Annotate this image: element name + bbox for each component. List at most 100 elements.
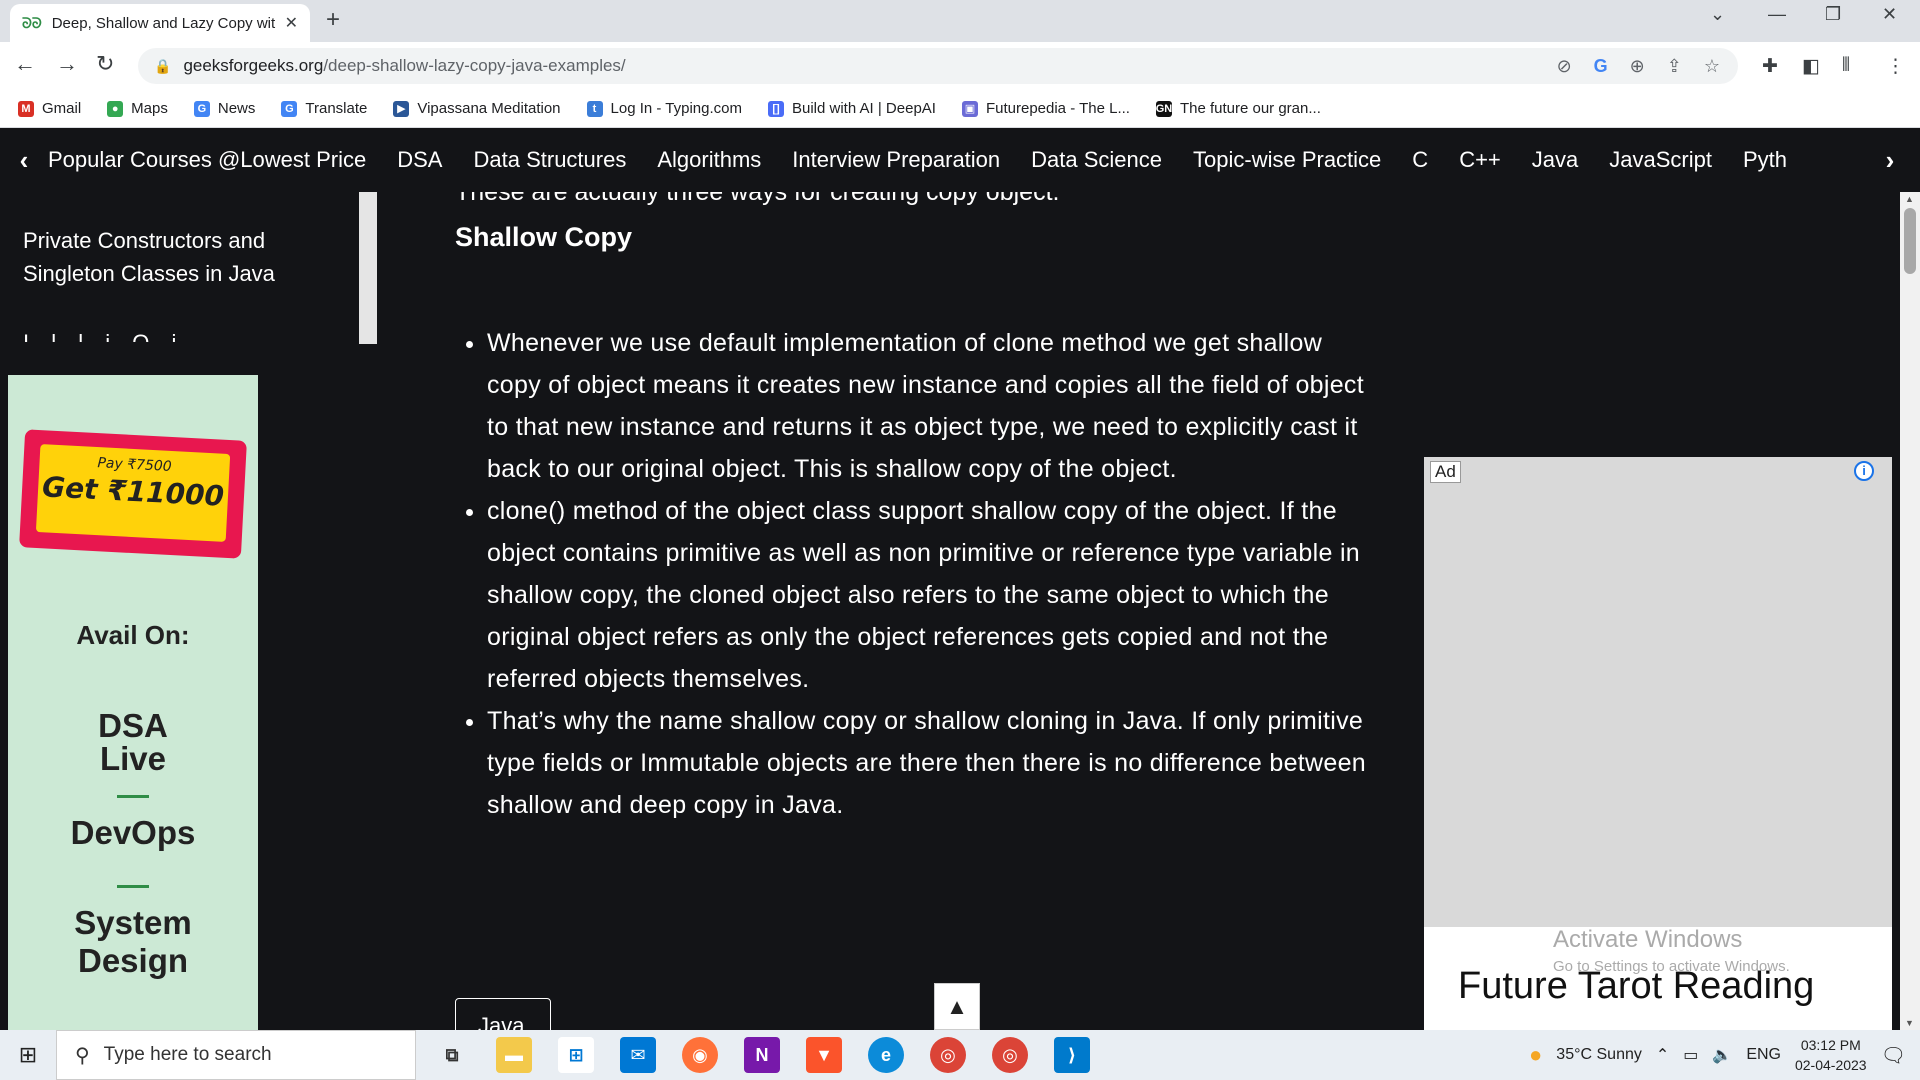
windows-start-icon[interactable]: ⊞	[0, 1042, 56, 1068]
nav-item[interactable]: DSA	[397, 147, 442, 173]
bookmark-item[interactable]: ▶ Vipassana Meditation	[393, 100, 561, 117]
translate-icon: G	[281, 100, 298, 117]
file-explorer-icon[interactable]: ▬	[496, 1037, 532, 1073]
bookmark-item[interactable]: GN The future our gran...	[1156, 100, 1321, 117]
tab-list-button[interactable]: ⌄	[1710, 4, 1725, 25]
ad-separator	[117, 795, 149, 798]
bookmark-item[interactable]: G News	[193, 100, 256, 117]
url-path: /deep-shallow-lazy-copy-java-examples/	[323, 56, 626, 75]
nav-item[interactable]: Pyth	[1743, 147, 1787, 173]
bookmark-star-icon[interactable]: ☆	[1704, 56, 1720, 77]
sidebar-link[interactable]: Private Constructors and Singleton Class…	[23, 224, 323, 290]
nav-item[interactable]: Algorithms	[657, 147, 761, 173]
bullet-item: clone() method of the object class suppo…	[487, 490, 1367, 700]
gmail-icon: M	[18, 100, 34, 117]
typing-icon: t	[586, 100, 603, 117]
clock-time: 03:12 PM	[1800, 1037, 1861, 1053]
bookmark-label: Log In - Typing.com	[610, 100, 742, 117]
zoom-icon[interactable]: ⊕	[1630, 56, 1645, 77]
restore-button[interactable]: ❐	[1825, 4, 1841, 25]
address-bar[interactable]: 🔒 geeksforgeeks.org/deep-shallow-lazy-co…	[138, 48, 1738, 84]
tab-close-icon[interactable]: ✕	[285, 13, 298, 33]
bullet-item: Whenever we use default implementation o…	[487, 322, 1367, 490]
sidebar-scrollbar[interactable]	[359, 192, 377, 344]
tag-java-button[interactable]: Java	[455, 998, 551, 1030]
chrome-profile-icon[interactable]: ◎	[992, 1037, 1028, 1073]
extensions-puzzle-icon[interactable]: ✚	[1762, 55, 1778, 78]
chrome-icon[interactable]: ◎	[930, 1037, 966, 1073]
bookmark-label: News	[217, 100, 256, 117]
bookmarks-bar: M Gmail ● Maps G News G Translate ▶ Vipassana Med…	[0, 90, 1920, 128]
nav-item[interactable]: JavaScript	[1609, 147, 1712, 173]
bookmark-item[interactable]: M Gmail	[18, 100, 81, 117]
share-icon[interactable]: ⇪	[1667, 56, 1682, 77]
page-content: Private Constructors and Singleton Class…	[0, 192, 1920, 1030]
tray-chevron-icon[interactable]: ⌃	[1656, 1045, 1669, 1065]
notifications-icon[interactable]: 🗨	[1881, 1043, 1906, 1068]
nav-item[interactable]: Java	[1532, 147, 1578, 173]
bookmark-item[interactable]: ▣ Futurepedia - The L...	[961, 100, 1130, 117]
site-nav: ‹ Popular Courses @Lowest Price DSA Data S…	[0, 128, 1920, 192]
bullet-list: Whenever we use default implementation o…	[487, 322, 1367, 826]
bookmark-item[interactable]: ● Maps	[107, 100, 168, 117]
nav-item[interactable]: C	[1412, 147, 1428, 173]
bookmark-label: Futurepedia - The L...	[985, 100, 1130, 117]
search-icon: ⚲	[75, 1044, 90, 1067]
battery-icon[interactable]: ▭	[1683, 1045, 1698, 1065]
nav-item[interactable]: Interview Preparation	[792, 147, 1000, 173]
browser-toolbar: ← → ↻ 🔒 geeksforgeeks.org/deep-shallow-l…	[0, 42, 1920, 90]
profile-icon[interactable]: ⫴	[1842, 55, 1850, 77]
google-icon[interactable]: G	[1594, 56, 1608, 77]
mail-icon[interactable]: ✉	[620, 1037, 656, 1073]
gfg-favicon-icon: ᘐᘐ	[22, 14, 42, 31]
bookmark-item[interactable]: [] Build with AI | DeepAI	[767, 100, 936, 117]
nav-item[interactable]: Data Science	[1031, 147, 1162, 173]
bookmark-item[interactable]: t Log In - Typing.com	[586, 100, 742, 117]
clock-date: 02-04-2023	[1794, 1057, 1867, 1073]
onenote-icon[interactable]: N	[744, 1037, 780, 1073]
firefox-icon[interactable]: ◉	[682, 1037, 718, 1073]
vscode-icon[interactable]: ⟩	[1054, 1037, 1090, 1073]
brave-icon[interactable]: ▼	[806, 1037, 842, 1073]
nav-scroll-right-icon[interactable]: ›	[1870, 145, 1910, 176]
close-window-button[interactable]: ✕	[1882, 4, 1897, 25]
nav-item[interactable]: Data Structures	[474, 147, 627, 173]
article-cut-text: These are actually three ways for creati…	[455, 192, 1060, 206]
scroll-to-top-button[interactable]: ▲	[934, 983, 980, 1030]
scroll-thumb[interactable]	[1904, 208, 1916, 274]
minimize-button[interactable]: —	[1768, 4, 1786, 25]
nav-scroll-left-icon[interactable]: ‹	[0, 145, 48, 176]
page-scrollbar[interactable]: ▲ ▼	[1900, 192, 1920, 1030]
bookmark-label: Translate	[305, 100, 368, 117]
extension-icon[interactable]: ⊘	[1557, 56, 1572, 77]
ad-info-icon[interactable]: i	[1854, 461, 1874, 481]
task-view-icon[interactable]: ⧉	[434, 1037, 470, 1073]
volume-icon[interactable]: 🔈	[1712, 1045, 1732, 1065]
ad-item-design: Design	[77, 942, 189, 979]
weather-sun-icon[interactable]: ●	[1529, 1042, 1542, 1068]
menu-kebab-icon[interactable]: ⋮	[1886, 55, 1905, 78]
left-ad-banner[interactable]: Pay ₹7500 Get ₹11000 Avail On: DSA Live …	[8, 375, 258, 1030]
side-panel-icon[interactable]: ◧	[1802, 55, 1820, 78]
language-indicator[interactable]: ENG	[1746, 1046, 1781, 1064]
weather-text[interactable]: 35°C Sunny	[1556, 1046, 1642, 1064]
scroll-up-icon[interactable]: ▲	[1905, 194, 1914, 204]
system-tray: ● 35°C Sunny ⌃ ▭ 🔈 ENG 03:12 PM 02-04-20…	[1529, 1030, 1920, 1080]
taskbar-search[interactable]: ⚲ Type here to search	[56, 1030, 416, 1080]
back-icon[interactable]: ←	[14, 51, 36, 77]
lock-icon[interactable]: 🔒	[154, 58, 171, 75]
tab-active[interactable]: ᘐᘐ Deep, Shallow and Lazy Copy wit ✕	[10, 4, 310, 42]
vipassana-icon: ▶	[393, 100, 410, 117]
reload-icon[interactable]: ↻	[96, 51, 114, 77]
nav-item[interactable]: Topic-wise Practice	[1193, 147, 1381, 173]
windows-taskbar: ⊞ ⚲ Type here to search ⧉ ▬ ⊞ ✉ ◉ N ▼ e …	[0, 1030, 1920, 1080]
scroll-down-icon[interactable]: ▼	[1905, 1018, 1914, 1028]
nav-item[interactable]: C++	[1459, 147, 1501, 173]
bookmark-item[interactable]: G Translate	[281, 100, 367, 117]
new-tab-button[interactable]: +	[326, 6, 340, 34]
nav-item[interactable]: Popular Courses @Lowest Price	[48, 147, 366, 173]
clock[interactable]: 03:12 PM 02-04-2023	[1795, 1035, 1867, 1075]
edge-icon[interactable]: e	[868, 1037, 904, 1073]
ms-store-icon[interactable]: ⊞	[558, 1037, 594, 1073]
forward-icon[interactable]: →	[56, 51, 78, 77]
